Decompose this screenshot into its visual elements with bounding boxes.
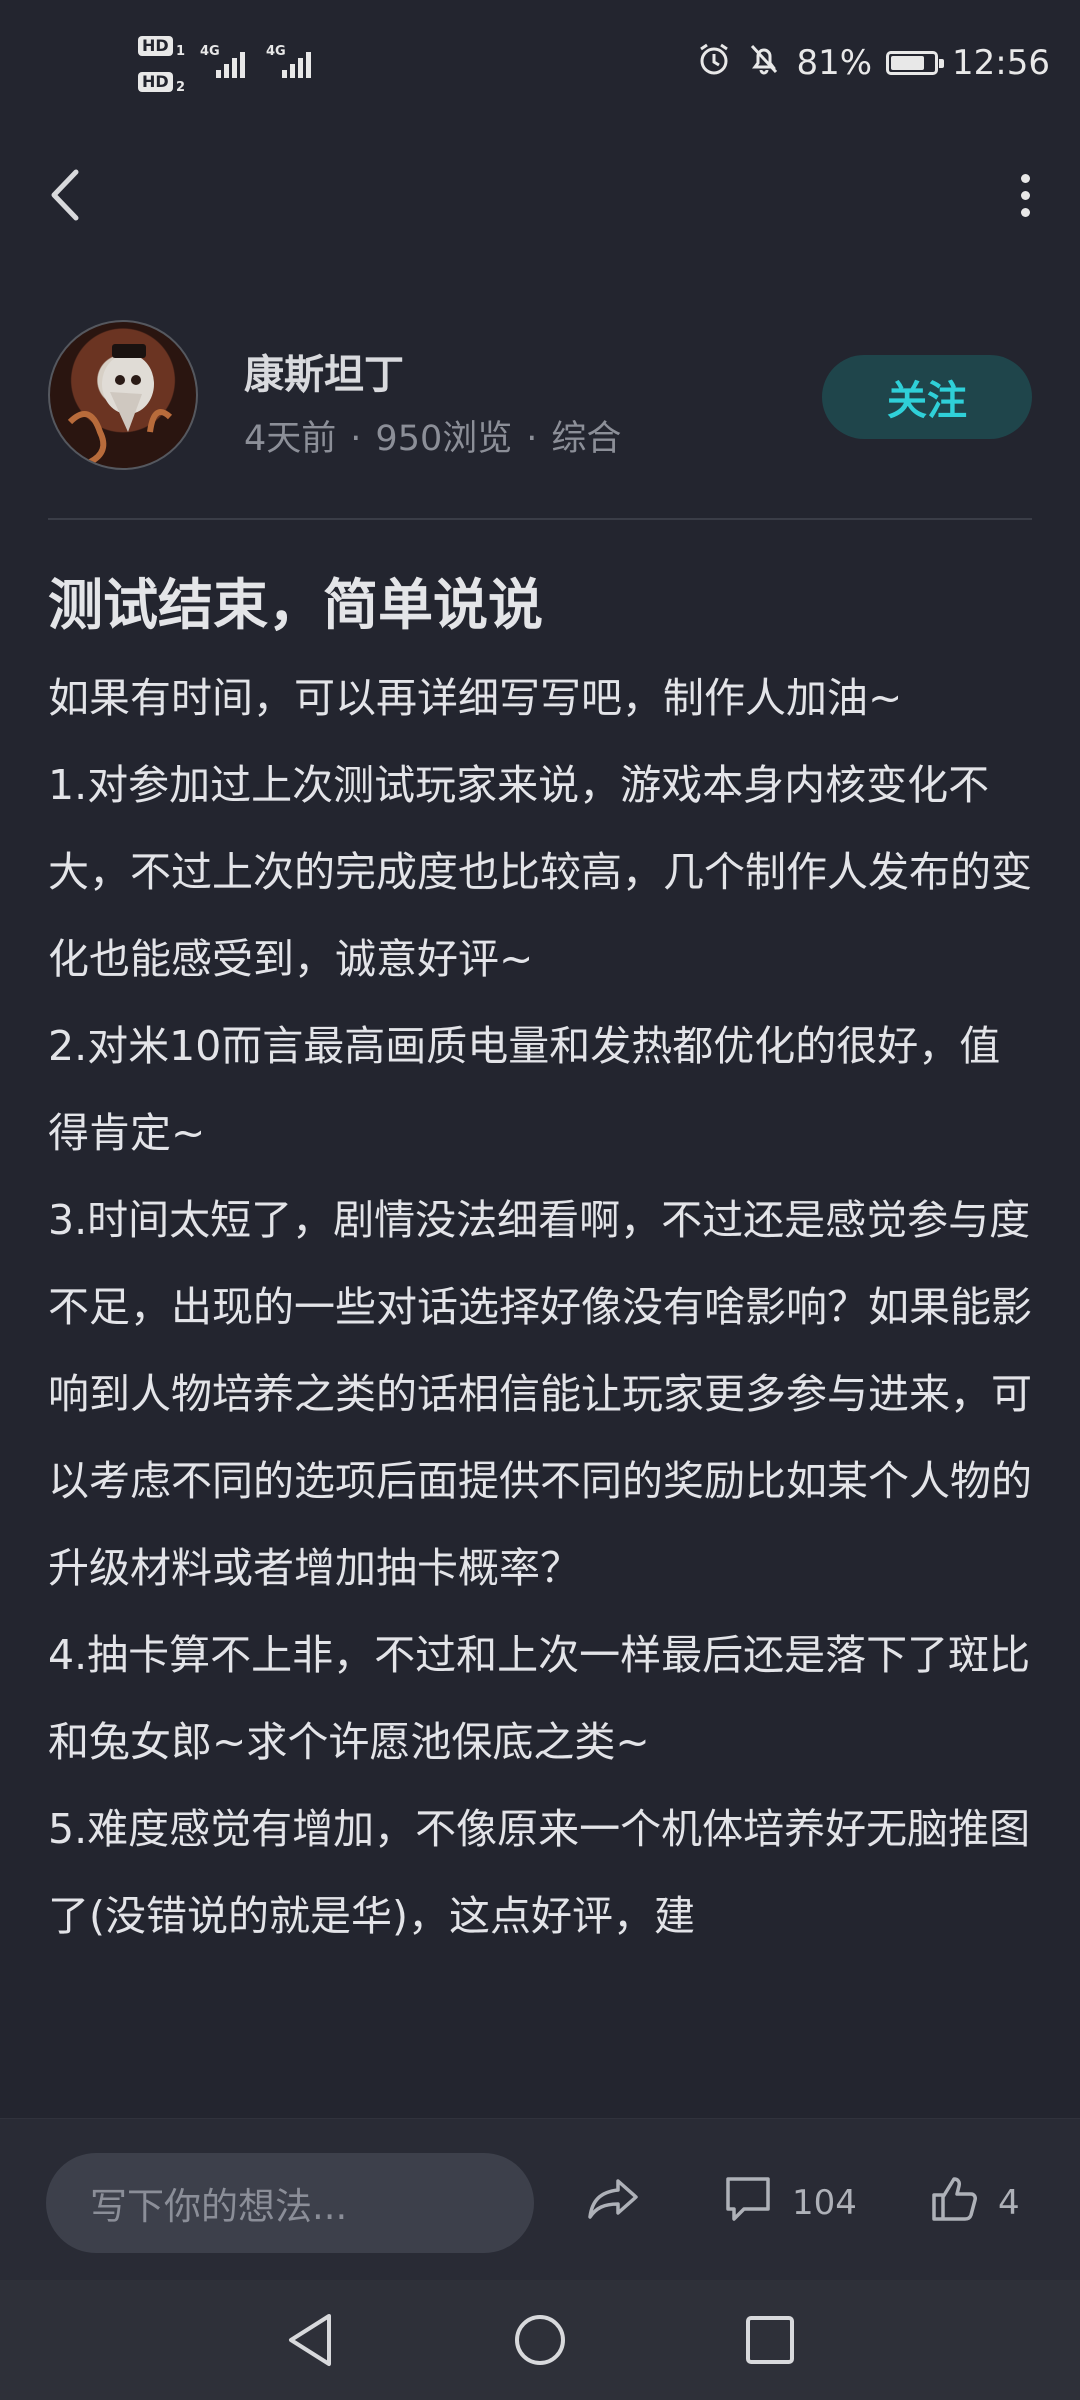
top-bar	[0, 130, 1080, 260]
hd-badge-sim2: HD	[138, 72, 173, 92]
meta-separator: ·	[350, 419, 362, 459]
divider	[48, 518, 1032, 520]
view-count: 950浏览	[375, 419, 513, 459]
share-button[interactable]	[586, 2153, 642, 2253]
author-name[interactable]: 康斯坦丁	[244, 342, 404, 400]
chevron-left-icon[interactable]	[40, 160, 90, 230]
post-title: 测试结束，简单说说	[48, 573, 544, 637]
thumbs-up-icon	[928, 2173, 980, 2234]
follow-button[interactable]: 关注	[822, 355, 1032, 439]
nav-recents-icon[interactable]	[738, 2308, 802, 2372]
comment-input[interactable]: 写下你的想法...	[46, 2153, 534, 2253]
post-category[interactable]: 综合	[551, 419, 621, 459]
status-bar: HD 1 HD 2 4G 4G 81% 12:56	[0, 0, 1080, 130]
comment-button[interactable]: 104	[722, 2153, 857, 2253]
more-vertical-icon[interactable]	[1000, 160, 1050, 230]
hd-badge-sim1: HD	[138, 36, 173, 56]
system-nav-bar	[0, 2280, 1080, 2400]
post-content: 测试结束，简单说说 如果有时间，可以再详细写写吧，制作人加油~ 1.对参加过上次…	[48, 555, 1038, 1960]
battery-percent: 81%	[796, 43, 873, 83]
post-paragraph: 2.对米10而言最高画质电量和发热都优化的很好，值得肯定~	[48, 1022, 1001, 1157]
nav-home-icon[interactable]	[508, 2308, 572, 2372]
mute-bell-icon	[746, 41, 782, 86]
comment-icon	[722, 2173, 774, 2234]
signal-bars-1-icon	[216, 52, 245, 78]
share-icon	[586, 2175, 642, 2232]
avatar[interactable]	[48, 320, 198, 470]
bottom-action-bar: 写下你的想法... 104 4	[0, 2118, 1080, 2281]
status-right: 81% 12:56	[696, 38, 1050, 88]
author-header: 康斯坦丁 4天前 · 950浏览 · 综合 关注	[48, 320, 1032, 470]
meta-separator: ·	[526, 419, 538, 459]
post-paragraph: 3.时间太短了，剧情没法细看啊，不过还是感觉参与度不足，出现的一些对话选择好像没…	[48, 1196, 1032, 1592]
signal-bars-2-icon	[282, 52, 311, 78]
sim1-index: 1	[176, 44, 186, 59]
post-paragraph: 5.难度感觉有增加，不像原来一个机体培养好无脑推图了(没错说的就是华)，这点好评…	[48, 1805, 1031, 1940]
clock: 12:56	[952, 43, 1050, 83]
post-paragraph: 1.对参加过上次测试玩家来说，游戏本身内核变化不大，不过上次的完成度也比较高，几…	[48, 761, 1032, 983]
post-meta: 4天前 · 950浏览 · 综合	[244, 410, 621, 461]
post-paragraph: 如果有时间，可以再详细写写吧，制作人加油~	[48, 674, 903, 722]
battery-icon	[886, 51, 945, 75]
nav-back-icon[interactable]	[278, 2308, 342, 2372]
post-paragraph: 4.抽卡算不上非，不过和上次一样最后还是落下了斑比和兔女郎~求个许愿池保底之类~	[48, 1631, 1031, 1766]
sim2-index: 2	[176, 80, 186, 95]
post-time: 4天前	[244, 419, 337, 459]
like-button[interactable]: 4	[928, 2153, 1020, 2253]
sim-signal-group: HD 1 HD 2 4G 4G	[138, 30, 338, 100]
alarm-icon	[696, 41, 732, 86]
like-count: 4	[998, 2183, 1020, 2223]
comment-count: 104	[792, 2183, 857, 2223]
